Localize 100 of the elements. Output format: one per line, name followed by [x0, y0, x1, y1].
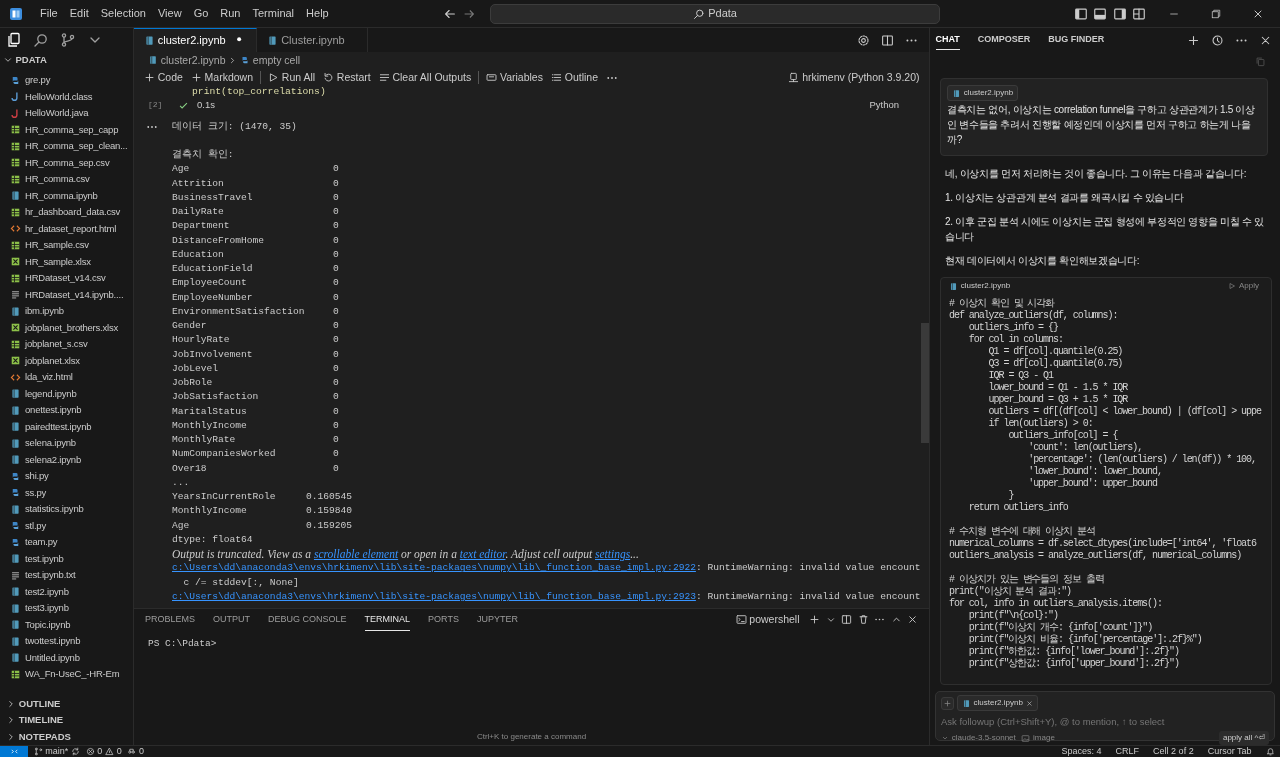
- toolbar-button[interactable]: Variables: [482, 70, 547, 86]
- status-item[interactable]: CRLF: [1115, 746, 1140, 757]
- explorer-file[interactable]: statistics.ipynb: [0, 501, 133, 518]
- toolbar-button[interactable]: Outline: [546, 70, 602, 86]
- explorer-file[interactable]: pairedttest.ipynb: [0, 418, 133, 435]
- breadcrumb-item[interactable]: empty cell: [252, 52, 301, 69]
- search-icon[interactable]: [32, 32, 49, 48]
- explorer-file[interactable]: Untitled.ipynb: [0, 649, 133, 666]
- breadcrumb-item[interactable]: cluster2.ipynb: [160, 52, 226, 69]
- explorer-file[interactable]: hr_dashboard_data.csv: [0, 204, 133, 221]
- explorer-file[interactable]: HelloWorld.class: [0, 88, 133, 105]
- file-chip[interactable]: cluster2.ipynb: [947, 85, 1019, 101]
- toolbar-button[interactable]: Markdown: [186, 70, 258, 86]
- menu-item[interactable]: Terminal: [246, 5, 301, 22]
- explorer-file[interactable]: HR_comma.csv: [0, 171, 133, 188]
- folder-title[interactable]: PDATA: [15, 52, 47, 68]
- explorer-file[interactable]: twottest.ipynb: [0, 633, 133, 650]
- explorer-file[interactable]: jobplanet_s.csv: [0, 336, 133, 353]
- explorer-file[interactable]: HR_comma.ipynb: [0, 187, 133, 204]
- sidebar-toggle-icon[interactable]: [1073, 6, 1088, 21]
- output-link[interactable]: settings: [595, 548, 631, 561]
- menu-item[interactable]: Edit: [63, 5, 95, 22]
- explorer-file[interactable]: jobplanet_brothers.xlsx: [0, 319, 133, 336]
- explorer-file[interactable]: HR_sample.xlsx: [0, 253, 133, 270]
- status-item[interactable]: Cell 2 of 2: [1153, 746, 1194, 757]
- explorer-file[interactable]: test2.ipynb: [0, 583, 133, 600]
- toolbar-button[interactable]: Code: [140, 70, 187, 86]
- explorer-file[interactable]: HRDataset_v14.csv: [0, 270, 133, 287]
- file-link[interactable]: c:\Users\dd\anaconda3\envs\hrkimenv\lib\site-packages\numpy\lib\_function_base_impl.py:2923: [172, 589, 696, 605]
- explorer-file[interactable]: team.py: [0, 534, 133, 551]
- toolbar-button[interactable]: Restart: [319, 70, 375, 86]
- chat-tab[interactable]: COMPOSER: [977, 29, 1031, 51]
- explorer-file[interactable]: ss.py: [0, 484, 133, 501]
- file-link[interactable]: c:\Users\dd\anaconda3\envs\hrkimenv\lib\site-packages\numpy\lib\_function_base_impl.py:2922: [172, 561, 696, 576]
- explorer-file[interactable]: onettest.ipynb: [0, 402, 133, 419]
- search-field[interactable]: Pdata: [490, 3, 941, 24]
- explorer-file[interactable]: selena2.ipynb: [0, 451, 133, 468]
- panel-tab[interactable]: PORTS: [428, 609, 459, 631]
- plus-icon[interactable]: [809, 614, 820, 626]
- explorer-file[interactable]: gre.py: [0, 72, 133, 89]
- explorer-file[interactable]: test3.ipynb: [0, 600, 133, 617]
- branch-status[interactable]: main*: [33, 746, 80, 757]
- explorer-file[interactable]: HR_comma_sep.csv: [0, 154, 133, 171]
- explorer-file[interactable]: HRDataset_v14.ipynb....: [0, 286, 133, 303]
- section-header[interactable]: NOTEPADS: [0, 728, 133, 745]
- explorer-file[interactable]: jobplanet.xlsx: [0, 352, 133, 369]
- plus-icon[interactable]: [1186, 33, 1200, 47]
- explorer-file[interactable]: HR_comma_sep_clean...: [0, 138, 133, 155]
- scrollbar-thumb[interactable]: [921, 322, 929, 443]
- settings-icon[interactable]: [857, 33, 870, 47]
- file-label[interactable]: cluster2.ipynb: [949, 280, 1011, 292]
- ports-status[interactable]: 0: [127, 746, 145, 757]
- explorer-file[interactable]: HelloWorld.java: [0, 105, 133, 122]
- apply-button[interactable]: Apply: [1224, 280, 1263, 292]
- cell-language[interactable]: Python: [869, 98, 899, 113]
- menu-item[interactable]: View: [151, 5, 188, 22]
- status-item[interactable]: Spaces: 4: [1061, 746, 1102, 757]
- close-icon[interactable]: [907, 614, 918, 626]
- split-terminal-icon[interactable]: [841, 614, 852, 626]
- status-item[interactable]: Cursor Tab: [1207, 746, 1252, 757]
- explorer-file[interactable]: hr_dataset_report.html: [0, 220, 133, 237]
- explorer-file[interactable]: shi.py: [0, 468, 133, 485]
- message-field[interactable]: Ask followup (Ctrl+Shift+Y), @ to mention, ↑ to select: [941, 711, 1269, 732]
- split-editor-icon[interactable]: [881, 33, 894, 47]
- panel-tab[interactable]: OUTPUT: [213, 609, 250, 631]
- panel-tab[interactable]: JUPYTER: [476, 609, 518, 631]
- secondary-sidebar-icon[interactable]: [1112, 6, 1127, 21]
- bell-icon[interactable]: [1265, 747, 1275, 756]
- explorer-file[interactable]: HR_sample.csv: [0, 237, 133, 254]
- explorer-file[interactable]: ibm.ipynb: [0, 303, 133, 320]
- explorer-file[interactable]: selena.ipynb: [0, 435, 133, 452]
- apply-all-button[interactable]: apply all ^⏎: [1218, 731, 1269, 746]
- panel-toggle-icon[interactable]: [1093, 6, 1107, 21]
- editor-tab[interactable]: cluster2.ipynb: [134, 28, 258, 52]
- app-logo-icon[interactable]: [8, 5, 24, 22]
- explorer-file[interactable]: HR_comma_sep_capp: [0, 121, 133, 138]
- explorer-file[interactable]: test.ipynb.txt: [0, 567, 133, 584]
- files-icon[interactable]: [5, 32, 22, 48]
- kernel-picker[interactable]: hrkimenv (Python 3.9.20): [784, 70, 924, 86]
- explorer-file[interactable]: test.ipynb: [0, 550, 133, 567]
- terminal-selector[interactable]: powershell: [731, 612, 804, 628]
- history-icon[interactable]: [1210, 33, 1224, 47]
- problems-status[interactable]: 0 0: [85, 746, 122, 757]
- toolbar-button[interactable]: Run All: [264, 70, 320, 86]
- chat-tab[interactable]: CHAT: [935, 29, 960, 51]
- explorer-file[interactable]: legend.ipynb: [0, 385, 133, 402]
- output-link[interactable]: scrollable element: [313, 548, 399, 561]
- menu-item[interactable]: Help: [300, 5, 335, 22]
- panel-tab[interactable]: TERMINAL: [364, 609, 411, 631]
- menu-item[interactable]: Selection: [94, 5, 152, 22]
- menu-item[interactable]: Run: [214, 5, 247, 22]
- branch-icon[interactable]: [59, 32, 76, 48]
- explorer-file[interactable]: stl.py: [0, 517, 133, 534]
- menu-item[interactable]: Go: [187, 5, 215, 22]
- panel-tab[interactable]: DEBUG CONSOLE: [268, 609, 347, 631]
- panel-tab[interactable]: PROBLEMS: [145, 609, 195, 631]
- section-header[interactable]: TIMELINE: [0, 712, 133, 729]
- toolbar-button[interactable]: Clear All Outputs: [374, 70, 476, 86]
- chat-tab[interactable]: BUG FINDER: [1048, 29, 1105, 51]
- menu-item[interactable]: File: [34, 5, 64, 22]
